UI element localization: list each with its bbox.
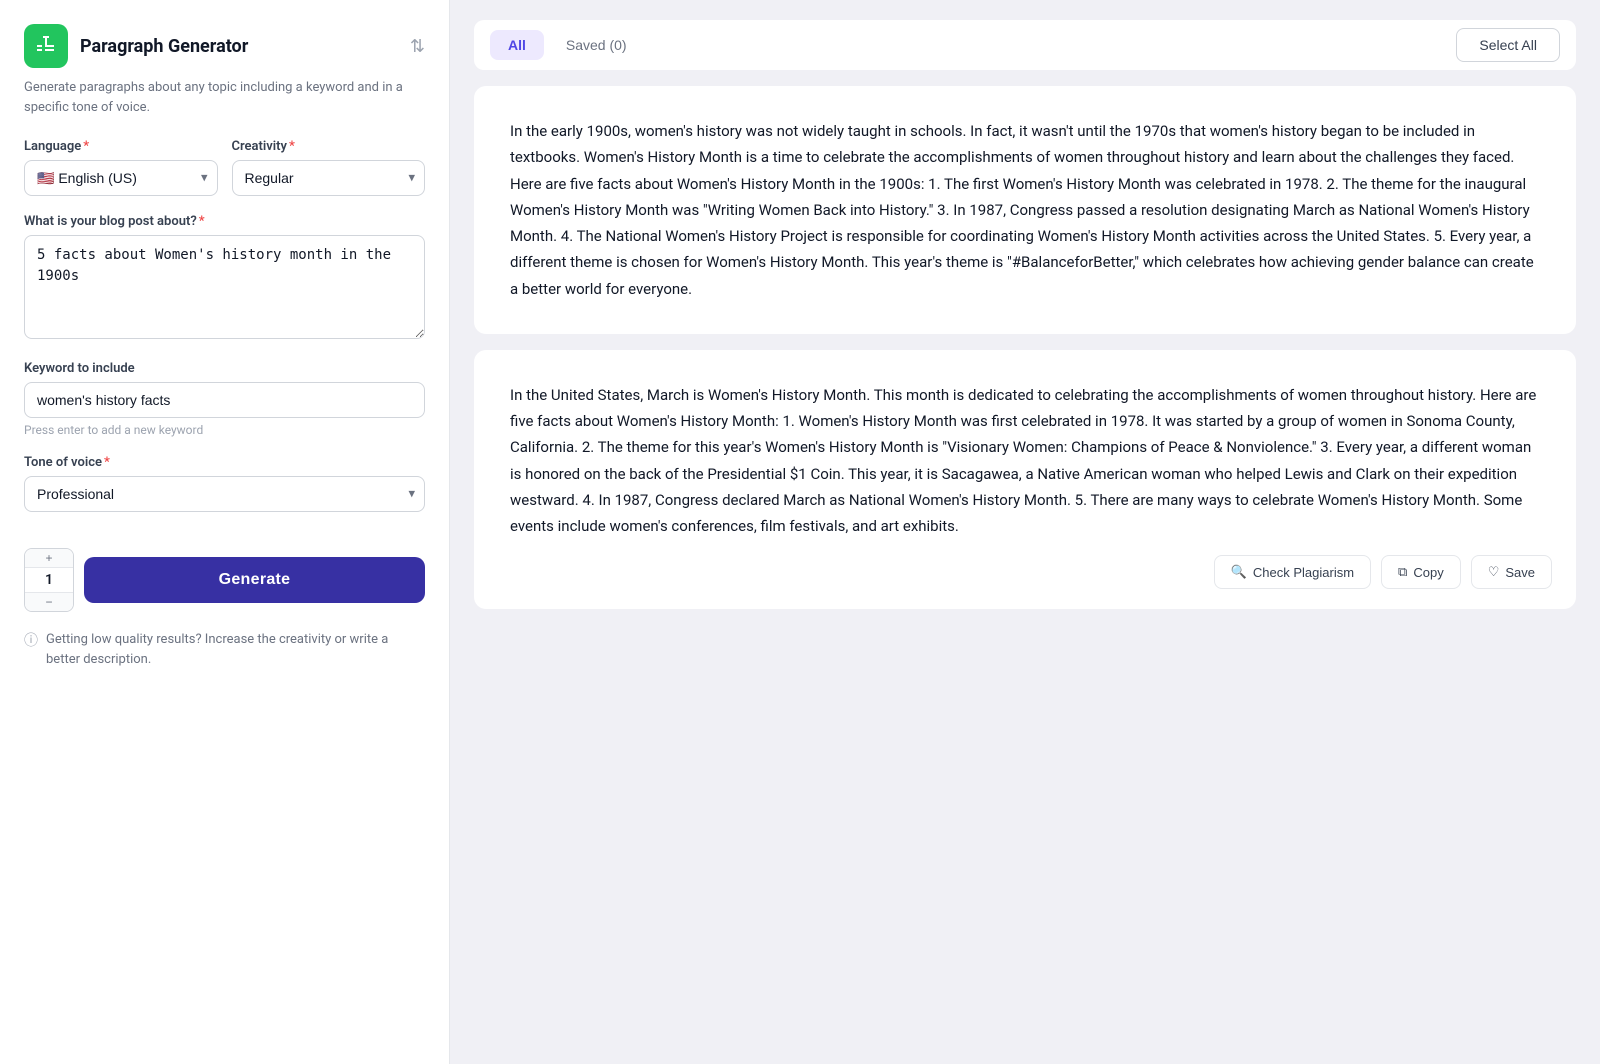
result-text-2: In the United States, March is Women's H… xyxy=(510,382,1540,540)
tone-section: Tone of voice* Professional Casual Forma… xyxy=(24,455,425,512)
creativity-select-wrapper: Regular High Low xyxy=(232,160,426,196)
quantity-decrease-button[interactable]: − xyxy=(25,593,73,611)
language-field-group: Language* 🇺🇸 English (US) 🇬🇧 English (UK… xyxy=(24,139,218,196)
keyword-input[interactable] xyxy=(24,382,425,418)
check-plagiarism-button[interactable]: 🔍 Check Plagiarism xyxy=(1214,555,1371,589)
plagiarism-icon: 🔍 xyxy=(1231,564,1247,580)
tab-saved[interactable]: Saved (0) xyxy=(548,30,645,60)
creativity-field-group: Creativity* Regular High Low xyxy=(232,139,426,196)
tool-description: Generate paragraphs about any topic incl… xyxy=(24,78,425,117)
paragraph-icon xyxy=(34,34,58,58)
language-select[interactable]: 🇺🇸 English (US) 🇬🇧 English (UK) 🇪🇸 Spani… xyxy=(24,160,218,196)
tone-label: Tone of voice* xyxy=(24,455,425,470)
generate-button[interactable]: Generate xyxy=(84,557,425,603)
tone-select[interactable]: Professional Casual Formal Friendly xyxy=(24,476,425,512)
keyword-label: Keyword to include xyxy=(24,361,425,376)
quality-hint: ⓘ Getting low quality results? Increase … xyxy=(24,630,425,669)
result-card-2: In the United States, March is Women's H… xyxy=(474,350,1576,610)
keyword-section: Keyword to include Press enter to add a … xyxy=(24,361,425,437)
blog-post-section: What is your blog post about?* 5 facts a… xyxy=(24,214,425,343)
tool-header: Paragraph Generator ⇅ xyxy=(24,24,425,68)
save-button[interactable]: ♡ Save xyxy=(1471,555,1552,589)
card-actions-2: 🔍 Check Plagiarism ⧉ Copy ♡ Save xyxy=(1214,555,1552,589)
creativity-select[interactable]: Regular High Low xyxy=(232,160,426,196)
blog-post-label: What is your blog post about?* xyxy=(24,214,425,229)
generate-row: + 1 − Generate xyxy=(24,548,425,612)
info-icon: ⓘ xyxy=(24,631,38,652)
language-select-wrapper: 🇺🇸 English (US) 🇬🇧 English (UK) 🇪🇸 Spani… xyxy=(24,160,218,196)
tab-all[interactable]: All xyxy=(490,30,544,60)
tool-icon xyxy=(24,24,68,68)
keyword-hint: Press enter to add a new keyword xyxy=(24,423,425,437)
language-label: Language* xyxy=(24,139,218,154)
heart-icon: ♡ xyxy=(1488,564,1500,580)
quantity-increase-button[interactable]: + xyxy=(25,549,73,567)
result-card-1: In the early 1900s, women's history was … xyxy=(474,86,1576,334)
quantity-control: + 1 − xyxy=(24,548,74,612)
copy-icon: ⧉ xyxy=(1398,564,1407,580)
result-text-1: In the early 1900s, women's history was … xyxy=(510,118,1540,302)
blog-post-textarea[interactable]: 5 facts about Women's history month in t… xyxy=(24,235,425,339)
right-panel: All Saved (0) Select All In the early 19… xyxy=(450,0,1600,1064)
copy-button[interactable]: ⧉ Copy xyxy=(1381,555,1461,589)
sort-icon[interactable]: ⇅ xyxy=(410,36,425,57)
quantity-display: 1 xyxy=(25,568,73,592)
tabs-bar: All Saved (0) Select All xyxy=(474,20,1576,70)
creativity-label: Creativity* xyxy=(232,139,426,154)
tone-select-wrapper: Professional Casual Formal Friendly xyxy=(24,476,425,512)
select-all-button[interactable]: Select All xyxy=(1456,28,1560,62)
left-panel: Paragraph Generator ⇅ Generate paragraph… xyxy=(0,0,450,1064)
tool-title: Paragraph Generator xyxy=(80,36,248,57)
